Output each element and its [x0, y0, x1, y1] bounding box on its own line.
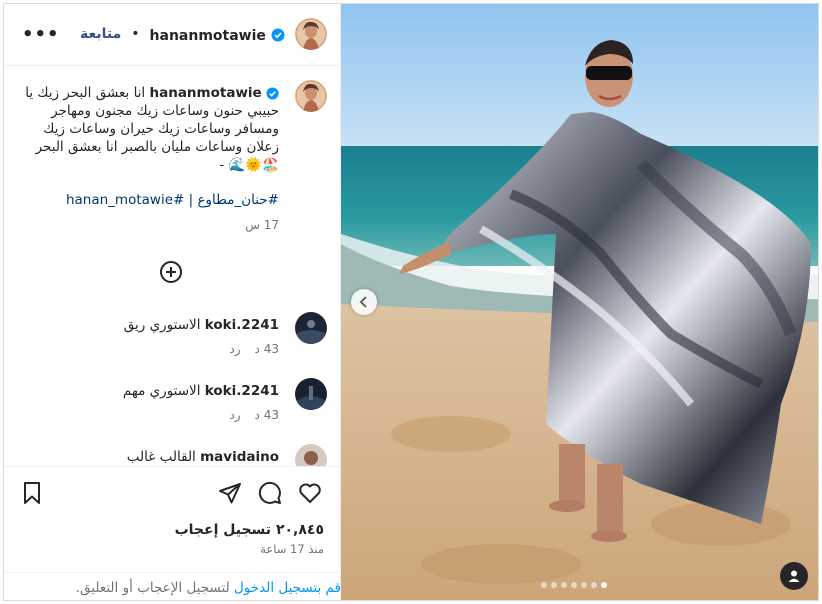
comment-item: koki.2241 الاستوري ريق 43 د رد: [17, 312, 327, 362]
comment-item: koki.2241 الاستوري مهم 43 د رد: [17, 378, 327, 428]
post-dialog: ••• متابعة • hananmotawie hananmotawie ا…: [3, 3, 819, 601]
header-username-block: hananmotawie: [150, 25, 285, 44]
comment-text-line: koki.2241 الاستوري ريق: [124, 317, 279, 333]
post-actions-bar: [4, 466, 341, 514]
comment-meta: 43 د رد: [229, 408, 279, 422]
carousel-indicator: [541, 582, 607, 588]
tagged-users-button[interactable]: [780, 562, 808, 590]
comment-reply-button[interactable]: رد: [229, 408, 240, 422]
comment-reply-button[interactable]: رد: [229, 342, 240, 356]
post-timestamp: منذ 17 ساعة: [260, 542, 324, 556]
post-header: ••• متابعة • hananmotawie: [4, 4, 341, 66]
comment-username[interactable]: koki.2241: [205, 317, 279, 333]
carousel-dot: [541, 582, 547, 588]
login-prompt: قم بتسجيل الدخول لتسجيل الإعجاب أو التعل…: [4, 572, 341, 600]
comment-avatar-image: [295, 444, 327, 466]
hashtag-link[interactable]: #hanan_motawie: [66, 192, 184, 208]
comment-meta: 43 د رد: [229, 342, 279, 356]
chevron-left-icon: [359, 296, 367, 308]
comment-username[interactable]: mavidaino: [200, 449, 279, 465]
comment-avatar-image: [295, 312, 327, 344]
profile-avatar-image: [295, 80, 327, 112]
comment-avatar[interactable]: [295, 378, 327, 410]
comment-item: mavidaino القالب غالب: [17, 444, 327, 466]
header-user: متابعة • hananmotawie: [80, 18, 327, 50]
comment-username[interactable]: koki.2241: [205, 383, 279, 399]
post-side-panel: ••• متابعة • hananmotawie hananmotawie ا…: [4, 4, 341, 600]
hashtag-separator: |: [188, 192, 194, 208]
carousel-dot: [561, 582, 567, 588]
share-paper-plane-icon[interactable]: [218, 481, 242, 505]
comment-body: الاستوري ريق: [123, 317, 201, 333]
caption-username[interactable]: hananmotawie: [149, 85, 261, 101]
separator-dot: •: [131, 26, 140, 42]
user-tag-icon: [788, 570, 800, 582]
comment-avatar[interactable]: [295, 312, 327, 344]
comment-age: 43 د: [254, 408, 279, 422]
post-caption: hananmotawie انا بعشق البحر زيك يا حبيبي…: [19, 84, 279, 174]
hashtag-link[interactable]: #حنان_مطاوع: [197, 192, 279, 208]
verified-badge-icon: [266, 86, 279, 100]
comment-text-line: mavidaino القالب غالب: [127, 449, 279, 465]
bookmark-icon[interactable]: [20, 481, 44, 505]
likes-count[interactable]: ٢٠,٨٤٥ تسجيل إعجاب: [175, 522, 324, 538]
login-link[interactable]: قم بتسجيل الدخول: [234, 580, 341, 596]
carousel-dot: [581, 582, 587, 588]
carousel-dot: [601, 582, 607, 588]
more-options-icon[interactable]: •••: [22, 24, 60, 45]
carousel-dot: [571, 582, 577, 588]
login-prompt-text: لتسجيل الإعجاب أو التعليق.: [75, 580, 234, 596]
heart-icon[interactable]: [298, 481, 322, 505]
comment-body: القالب غالب: [126, 449, 196, 465]
caption-timestamp: 17 س: [245, 218, 279, 232]
caption-avatar[interactable]: [295, 80, 327, 112]
post-photo[interactable]: [341, 4, 818, 600]
caption-hashtags: #حنان_مطاوع | #hanan_motawie: [66, 192, 279, 208]
carousel-dot: [591, 582, 597, 588]
comment-age: 43 د: [254, 342, 279, 356]
header-username[interactable]: hananmotawie: [150, 28, 266, 44]
comment-text-line: koki.2241 الاستوري مهم: [123, 383, 279, 399]
comment-avatar-image: [295, 378, 327, 410]
caption-username-block: hananmotawie: [149, 85, 279, 101]
carousel-prev-button[interactable]: [351, 289, 377, 315]
beach-photo-image: [341, 4, 818, 600]
header-avatar[interactable]: [295, 18, 327, 50]
follow-button[interactable]: متابعة: [80, 26, 121, 42]
verified-badge-icon: [271, 28, 285, 42]
profile-avatar-image: [295, 18, 327, 50]
comment-bubble-icon[interactable]: [258, 481, 282, 505]
carousel-dot: [551, 582, 557, 588]
comment-body: الاستوري مهم: [122, 383, 201, 399]
add-circle-icon[interactable]: [159, 260, 183, 284]
comments-area: hananmotawie انا بعشق البحر زيك يا حبيبي…: [4, 66, 341, 466]
comment-avatar[interactable]: [295, 444, 327, 466]
